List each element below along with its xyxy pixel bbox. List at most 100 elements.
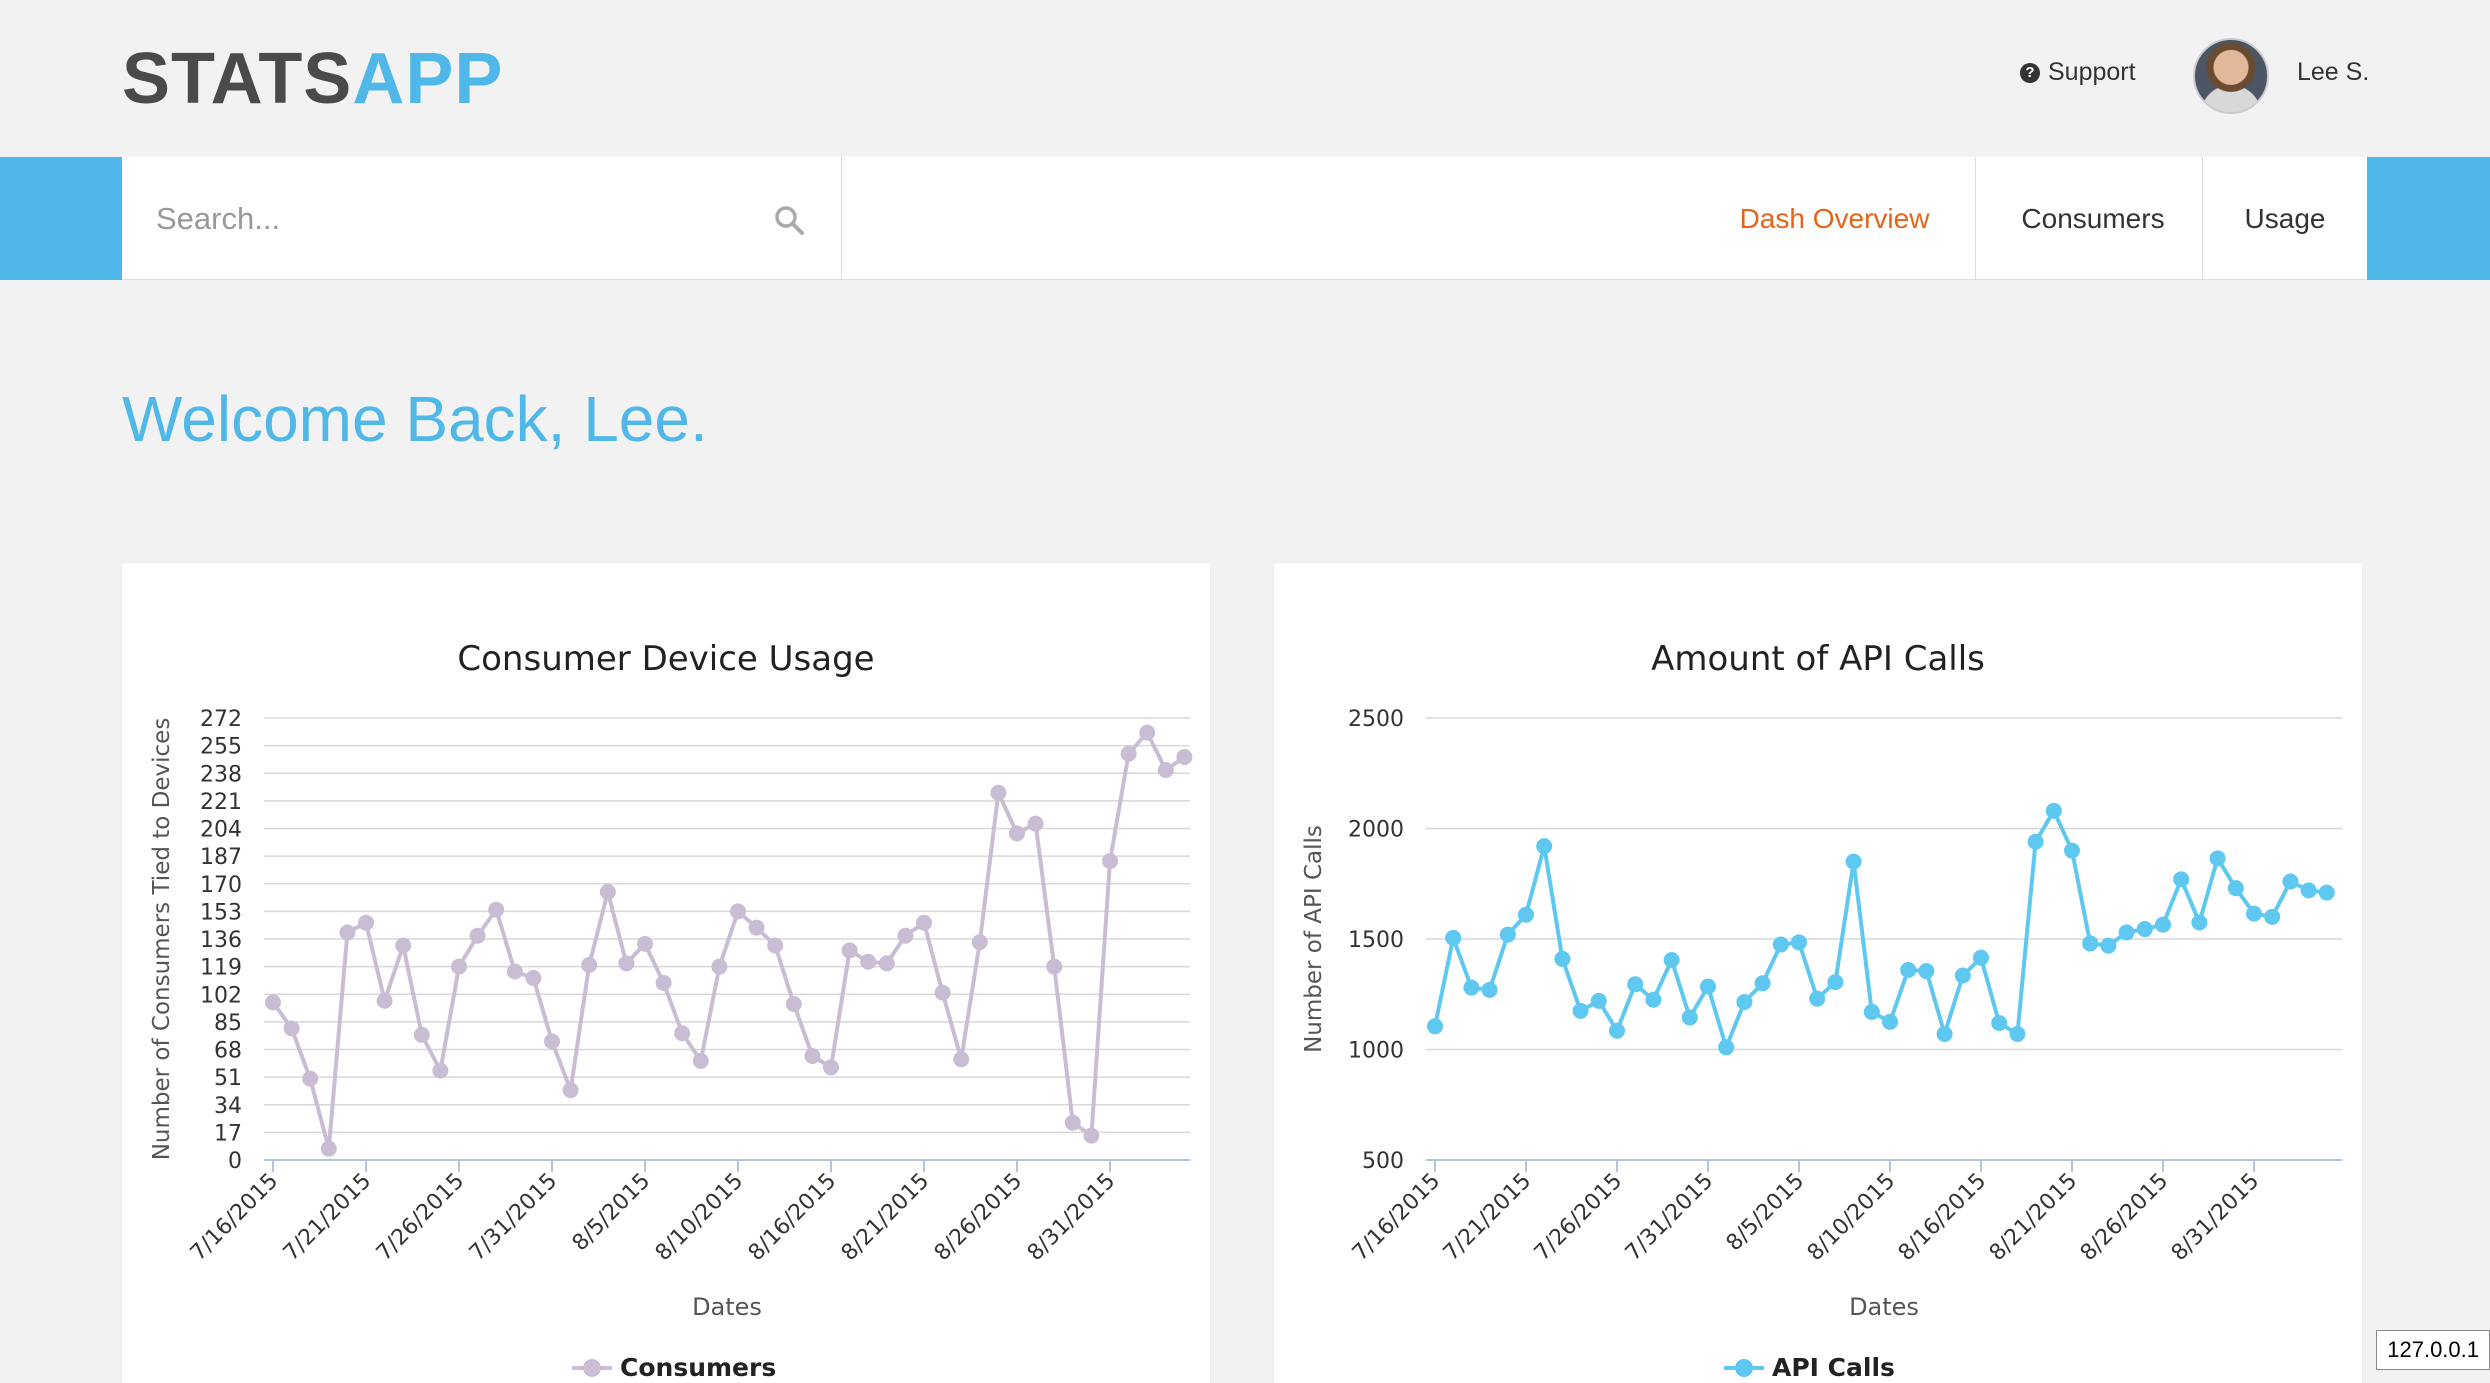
app-logo[interactable]: STATSAPP [122, 38, 503, 120]
data-point [1772, 936, 1789, 953]
tab-dash-overview[interactable]: Dash Overview [1702, 157, 1967, 280]
data-point [451, 958, 467, 975]
data-point [1481, 981, 1498, 998]
data-point [488, 901, 505, 918]
x-tick-label: 8/5/2015 [1722, 1169, 1810, 1257]
data-point [413, 1026, 430, 1043]
logo-text-stats: STATS [122, 39, 353, 119]
data-point [1736, 993, 1753, 1010]
search-icon[interactable] [774, 205, 804, 235]
data-point [1663, 951, 1680, 968]
data-point [1064, 1114, 1081, 1131]
data-point [506, 963, 523, 980]
nav-bar: Dash Overview Consumers Usage [0, 157, 2490, 280]
y-tick-label: 119 [200, 956, 242, 981]
avatar[interactable] [2193, 38, 2269, 114]
data-point [1609, 1022, 1625, 1039]
x-axis-title: Dates [1849, 1293, 1919, 1321]
x-tick-label: 7/26/2015 [372, 1169, 469, 1266]
data-point [2246, 905, 2262, 922]
user-name[interactable]: Lee S. [2297, 58, 2369, 87]
series-line [271, 730, 1186, 1151]
logo-text-app: APP [352, 39, 504, 119]
data-point [2264, 908, 2281, 925]
api-calls-chart: Amount of API Calls 500 1000 1500 2000 2500 7/… [1301, 639, 2342, 1382]
y-tick-label: 500 [1362, 1149, 1404, 1174]
data-point [767, 937, 784, 954]
data-point [320, 1140, 337, 1157]
data-point [1536, 838, 1553, 855]
y-axis-title: Number of Consumers Tied to Devices [149, 718, 175, 1161]
search-input[interactable] [154, 195, 758, 243]
x-tick-label: 8/10/2015 [651, 1169, 748, 1266]
data-point [916, 914, 932, 931]
data-point [1973, 949, 1989, 966]
data-point [2318, 884, 2335, 901]
question-circle-icon: ? [2020, 62, 2040, 83]
data-point [934, 984, 951, 1001]
y-tick-label: 2000 [1348, 818, 1404, 843]
tab-consumers[interactable]: Consumers [1976, 157, 2210, 280]
data-point [1554, 950, 1571, 967]
data-point [302, 1070, 319, 1087]
data-point [1809, 990, 1826, 1007]
data-point [841, 942, 858, 959]
data-point [581, 957, 598, 973]
data-point [674, 1025, 691, 1042]
data-point [1445, 929, 1462, 946]
data-point [748, 919, 765, 936]
data-point [2227, 880, 2244, 897]
tab-usage[interactable]: Usage [2203, 157, 2367, 280]
data-point [711, 958, 728, 975]
x-tick-label: 7/21/2015 [1439, 1169, 1536, 1266]
y-tick-label: 0 [228, 1149, 242, 1174]
status-ip: 127.0.0.1 [2376, 1330, 2490, 1370]
y-tick-label: 1500 [1348, 928, 1404, 953]
data-point [692, 1052, 709, 1069]
data-point [1754, 975, 1771, 992]
y-tick-label: 1000 [1348, 1039, 1404, 1064]
y-tick-label: 68 [214, 1039, 242, 1064]
data-point [265, 994, 281, 1011]
x-tick-label: 8/21/2015 [837, 1169, 934, 1266]
data-point [525, 970, 542, 986]
data-point [1900, 961, 1917, 978]
y-tick-label: 272 [200, 707, 242, 732]
x-tick-label: 8/26/2015 [930, 1169, 1027, 1266]
data-point [2027, 833, 2044, 850]
data-point [1083, 1127, 1100, 1144]
x-tick-label: 8/5/2015 [568, 1169, 656, 1257]
y-tick-label: 255 [200, 735, 242, 760]
data-point [1499, 926, 1516, 943]
data-point [1572, 1002, 1589, 1019]
data-point [2064, 842, 2080, 859]
data-point [2300, 882, 2317, 899]
chart-title: Amount of API Calls [1651, 639, 1985, 679]
y-tick-label: 51 [214, 1066, 242, 1091]
x-tick-label: 8/26/2015 [2076, 1169, 2173, 1266]
data-point [1863, 1003, 1880, 1020]
y-tick-label: 170 [200, 873, 242, 898]
y-axis-title: Number of API Calls [1301, 825, 1327, 1053]
x-axis-title: Dates [692, 1293, 762, 1321]
x-tick-label: 7/21/2015 [279, 1169, 376, 1266]
x-tick-label: 7/16/2015 [1348, 1169, 1445, 1266]
x-tick-label: 8/31/2015 [2167, 1169, 2264, 1266]
search-box [122, 157, 842, 280]
consumer-device-usage-chart: Consumer Device Usage 0 1734 5168 85 102119 13… [149, 639, 1193, 1382]
data-point [358, 914, 374, 931]
data-point [1046, 958, 1063, 975]
data-point [1791, 934, 1807, 951]
data-point [2045, 802, 2062, 819]
data-point [2009, 1026, 2026, 1043]
x-tick-label: 8/16/2015 [744, 1169, 841, 1266]
data-point [395, 937, 412, 954]
data-point [1427, 1018, 1443, 1035]
y-tick-label: 187 [200, 845, 242, 870]
support-link[interactable]: ? Support [2020, 58, 2136, 87]
y-tick-label: 34 [214, 1094, 242, 1119]
data-point [1627, 976, 1644, 993]
data-point [1991, 1014, 2008, 1031]
data-point [544, 1033, 560, 1050]
data-point [1157, 762, 1174, 778]
